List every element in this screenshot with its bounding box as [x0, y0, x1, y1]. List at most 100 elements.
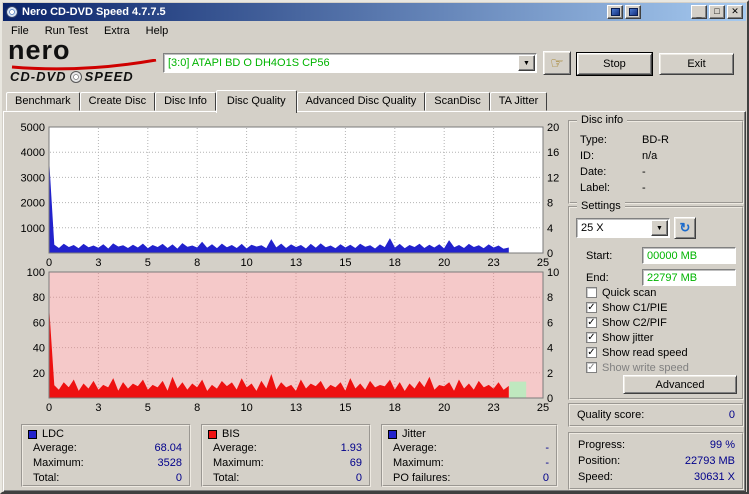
progress-row: Speed: 30631 X	[578, 471, 735, 483]
close-button[interactable]: ✕	[727, 5, 743, 19]
tab-create-disc[interactable]: Create Disc	[79, 92, 156, 111]
eject-hand-button[interactable]: ☞	[543, 51, 571, 75]
svg-text:16: 16	[547, 147, 559, 159]
advanced-button[interactable]: Advanced	[623, 375, 737, 394]
info-value: BD-R	[642, 134, 669, 146]
checkbox-box[interactable]: ✓	[586, 317, 597, 328]
chevron-down-icon[interactable]: ▼	[518, 55, 535, 71]
end-field[interactable]: 22797 MB	[642, 269, 736, 286]
checkbox-show-c1-pie[interactable]: ✓ Show C1/PIE	[586, 301, 667, 314]
svg-text:2: 2	[547, 368, 553, 380]
stat-row: Maximum: 3528	[33, 457, 182, 469]
checkbox-box[interactable]: ✓	[586, 332, 597, 343]
ldc-legend-square-icon	[28, 429, 37, 439]
blue-square-icon	[628, 8, 638, 16]
checkbox-show-write-speed: ✓ Show write speed	[586, 361, 689, 374]
bis-stats-box: BIS Average: 1.93 Maximum: 69 Total: 0	[201, 424, 371, 487]
menu-help[interactable]: Help	[138, 23, 177, 39]
ldc-chart-plot: 500040003000200010002016128400 3 5 8 10 13 15 1…	[21, 122, 560, 269]
svg-text:2000: 2000	[21, 198, 45, 210]
checkbox-show-read-speed[interactable]: ✓ Show read speed	[586, 346, 688, 359]
titlebar-icon-2[interactable]	[625, 5, 641, 19]
minimize-icon: _	[696, 9, 702, 19]
minimize-button[interactable]: _	[691, 5, 707, 19]
svg-text:13: 13	[290, 402, 302, 414]
svg-text:6: 6	[547, 317, 553, 329]
svg-text:10: 10	[547, 268, 559, 279]
start-field[interactable]: 00000 MB	[642, 247, 736, 264]
checkbox-box[interactable]	[586, 287, 597, 298]
ldc-stats-box: LDC Average: 68.04 Maximum: 3528 Total: 0	[21, 424, 191, 487]
stat-value: 68.04	[154, 442, 182, 454]
stat-row: Average: 1.93	[213, 442, 362, 454]
bis-chart-plot: 1008060402010864200 3 5 8 10 13 15 18 20 23 25	[27, 267, 560, 414]
start-label: Start:	[586, 250, 613, 262]
stat-row: Average: -	[393, 442, 549, 454]
drive-select[interactable]: [3:0] ATAPI BD O DH4O1S CP56 ▼	[163, 53, 537, 73]
info-label: ID:	[580, 150, 595, 162]
app-disc-icon	[6, 6, 18, 18]
checkbox-box[interactable]: ✓	[586, 302, 597, 313]
maximize-button[interactable]: □	[709, 5, 725, 19]
stat-value: 0	[355, 472, 362, 484]
position-label: Position:	[578, 455, 621, 467]
tab-disc-quality[interactable]: Disc Quality	[215, 90, 297, 113]
svg-text:40: 40	[33, 343, 45, 355]
exit-button[interactable]: Exit	[659, 53, 734, 75]
svg-text:15: 15	[339, 402, 351, 414]
tab-ta-jitter[interactable]: TA Jitter	[489, 92, 548, 111]
app-window: Nero CD-DVD Speed 4.7.7.5 _ □ ✕ File Run…	[0, 0, 749, 494]
disc-quality-page: 5000 4000 3000 2000 1000 20 16 12 8 4 0 0 3 5 8 10 13 15 1…	[3, 111, 746, 492]
quality-score-box: Quality score: 0	[568, 403, 744, 427]
tab-advanced-disc-quality[interactable]: Advanced Disc Quality	[296, 92, 426, 111]
checkbox-label: Quick scan	[602, 286, 657, 299]
svg-text:3: 3	[95, 402, 101, 414]
svg-text:18: 18	[389, 402, 401, 414]
menu-extra[interactable]: Extra	[96, 23, 138, 39]
titlebar: Nero CD-DVD Speed 4.7.7.5 _ □ ✕	[3, 3, 746, 21]
stat-value: 1.93	[340, 442, 362, 454]
progress-label: Progress:	[578, 439, 626, 451]
brand-speed-text: SPEED	[84, 69, 134, 84]
bis-legend-square-icon	[208, 429, 217, 439]
jitter-stats-box: Jitter Average: - Maximum: - PO failures: 0	[381, 424, 558, 487]
stat-label: Maximum:	[213, 457, 264, 469]
checkbox-show-jitter[interactable]: ✓ Show jitter	[586, 331, 653, 344]
info-value: -	[642, 166, 646, 178]
tab-strip: Benchmark Create Disc Disc Info Disc Qua…	[6, 90, 548, 113]
svg-text:8: 8	[547, 198, 553, 210]
titlebar-icon-1[interactable]	[607, 5, 623, 19]
svg-text:23: 23	[487, 402, 499, 414]
tab-benchmark[interactable]: Benchmark	[6, 92, 80, 111]
checkbox-show-c2-pif[interactable]: ✓ Show C2/PIF	[586, 316, 667, 329]
maximize-icon: □	[714, 5, 720, 16]
disc-info-title: Disc info	[577, 114, 628, 126]
disc-info-row: Date: -	[580, 166, 646, 178]
tab-disc-info[interactable]: Disc Info	[155, 92, 216, 111]
checkbox-label: Show jitter	[602, 331, 654, 344]
info-label: Date:	[580, 166, 607, 178]
checkbox-label: Show read speed	[602, 346, 688, 359]
refresh-button[interactable]: ↻	[674, 217, 696, 239]
scan-speed-select[interactable]: 25 X ▼	[576, 218, 670, 238]
cd-dvd-speed-wordmark: CD-DVD SPEED	[10, 69, 134, 84]
end-label: End:	[586, 272, 609, 284]
stat-row: Total: 0	[213, 472, 362, 484]
settings-group: Settings 25 X ▼ ↻ Start: 00000 MB End: 2…	[568, 200, 744, 400]
svg-text:20: 20	[33, 368, 45, 380]
checkbox-label: Show C2/PIF	[602, 316, 667, 329]
stat-row: Total: 0	[33, 472, 182, 484]
hand-icon: ☞	[550, 55, 564, 72]
blue-square-icon	[610, 8, 620, 16]
chevron-down-icon[interactable]: ▼	[651, 220, 668, 236]
checkbox-quick-scan[interactable]: Quick scan	[586, 286, 656, 299]
bis-legend: BIS	[208, 428, 240, 440]
quality-score-value: 0	[728, 409, 735, 421]
stat-label: Total:	[213, 472, 240, 484]
stop-button[interactable]: Stop	[577, 53, 652, 75]
svg-text:8: 8	[547, 292, 553, 304]
tab-scandisc[interactable]: ScanDisc	[425, 92, 490, 111]
stat-label: Average:	[393, 442, 437, 454]
checkbox-box[interactable]: ✓	[586, 347, 597, 358]
disc-info-group: Disc info Type: BD-R ID: n/a Date: - Label:…	[568, 114, 744, 204]
